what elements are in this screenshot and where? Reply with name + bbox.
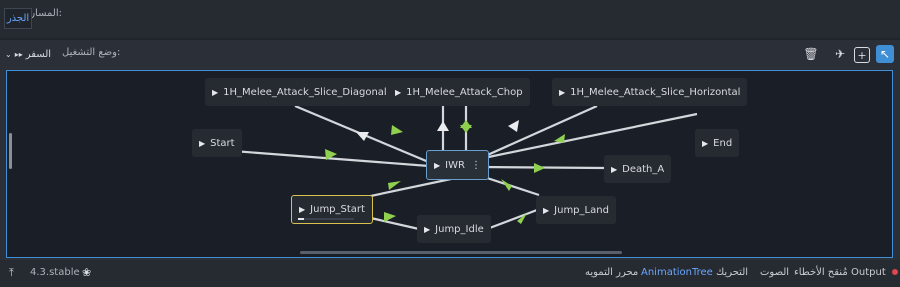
playback-progress bbox=[298, 218, 354, 220]
state-node-label: 1H_Melee_Attack_Slice_Horizontal bbox=[570, 86, 741, 98]
state-node-horiz[interactable]: ▶ 1H_Melee_Attack_Slice_Horizontal bbox=[552, 78, 748, 106]
collapse-panel-button[interactable]: ⤒ bbox=[9, 266, 14, 280]
state-node-end[interactable]: ▶ End bbox=[695, 129, 740, 157]
play-icon: ▶ bbox=[434, 160, 441, 170]
tab-output[interactable]: Output bbox=[851, 267, 898, 278]
create-node-button[interactable]: + bbox=[854, 47, 870, 63]
blend-tree-edit-icon[interactable]: ⋮ bbox=[471, 160, 481, 171]
state-node-death[interactable]: ▶ Death_A bbox=[604, 155, 672, 183]
state-node-label: Jump_Start bbox=[310, 204, 365, 215]
play-icon: ▶ bbox=[199, 138, 206, 148]
transition-iwr-end bbox=[478, 112, 698, 161]
tab-audio[interactable]: الصوت bbox=[760, 267, 789, 278]
play-icon: ▶ bbox=[299, 205, 306, 214]
tab-shader-editor[interactable]: محرر التمويه bbox=[585, 267, 638, 278]
transition-tool-button[interactable]: ✈ bbox=[831, 45, 849, 63]
playback-progress-fill bbox=[298, 218, 304, 220]
play-icon: ▶ bbox=[424, 224, 431, 234]
select-tool-button[interactable]: ↖ bbox=[876, 45, 894, 63]
state-node-jump-idle[interactable]: ▶ Jump_Idle bbox=[417, 215, 491, 243]
travel-icon: ▸▸ bbox=[14, 49, 23, 59]
play-icon: ▶ bbox=[395, 87, 402, 97]
update-spinner[interactable]: ❀ bbox=[82, 266, 91, 279]
state-node-label: 1H_Melee_Attack_Chop bbox=[406, 86, 523, 98]
play-mode-value: السفر bbox=[25, 48, 52, 60]
delete-button[interactable]: 🗑 bbox=[802, 45, 820, 63]
play-mode-label: وضع التشغيل: bbox=[62, 47, 121, 58]
play-icon: ▶ bbox=[702, 138, 709, 148]
state-node-chop[interactable]: ▶ 1H_Melee_Attack_Chop bbox=[388, 78, 530, 106]
airplane-icon: ✈ bbox=[834, 47, 846, 61]
state-node-label: Death_A bbox=[622, 163, 665, 175]
alert-dot-icon bbox=[891, 269, 898, 275]
tab-debugger[interactable]: مُنقح الأخطاء bbox=[794, 267, 848, 278]
play-icon: ▶ bbox=[611, 164, 618, 174]
state-node-diag[interactable]: ▶ 1H_Melee_Attack_Slice_Diagonal bbox=[205, 78, 394, 106]
state-node-label: IWR bbox=[445, 159, 465, 171]
path-bar bbox=[0, 0, 900, 38]
state-node-label: Jump_Idle bbox=[435, 223, 484, 235]
state-node-label: Jump_Land bbox=[554, 204, 609, 216]
add-node-icon: + bbox=[857, 48, 867, 62]
vertical-scrollbar[interactable] bbox=[9, 133, 12, 169]
state-node-start[interactable]: ▶ Start bbox=[192, 129, 242, 157]
transition-horiz-iwr bbox=[482, 104, 598, 159]
path-root-button[interactable]: الجذر bbox=[4, 8, 32, 29]
state-node-jump-start[interactable]: ▶ Jump_Start bbox=[291, 195, 373, 224]
state-node-label: Start bbox=[210, 137, 235, 149]
spinner-icon: ❀ bbox=[82, 266, 92, 279]
play-icon: ▶ bbox=[543, 205, 550, 215]
tab-animation[interactable]: التحريك bbox=[716, 267, 748, 278]
path-label: المسار: bbox=[30, 8, 62, 19]
play-icon: ▶ bbox=[212, 87, 219, 97]
graph-toolbar bbox=[0, 40, 900, 68]
chevron-down-icon: ⌄ bbox=[5, 49, 12, 59]
state-node-jump-land[interactable]: ▶ Jump_Land bbox=[536, 196, 616, 224]
tab-animation-tree[interactable]: AnimationTree bbox=[641, 267, 713, 278]
delete-icon: 🗑 bbox=[803, 47, 819, 61]
select-arrow-icon: ↖ bbox=[879, 47, 891, 61]
play-icon: ▶ bbox=[559, 87, 566, 97]
state-node-label: End bbox=[713, 137, 733, 149]
horizontal-scrollbar[interactable] bbox=[300, 251, 622, 254]
play-mode-select[interactable]: ⌄ ▸▸ السفر bbox=[5, 45, 61, 63]
state-machine-graph[interactable]: ▶ 1H_Melee_Attack_Slice_Diagonal ▶ 1H_Me… bbox=[6, 70, 893, 258]
tab-output-label: Output bbox=[851, 267, 886, 278]
engine-version: 4.3.stable bbox=[30, 267, 80, 278]
state-node-label: 1H_Melee_Attack_Slice_Diagonal bbox=[223, 86, 387, 98]
transition-jumpidle-jumpland bbox=[486, 208, 538, 231]
idle-transition-arrows bbox=[356, 120, 519, 141]
double-arrow-up-icon: ⤒ bbox=[9, 266, 14, 279]
state-node-iwr[interactable]: ▶ IWR ⋮ bbox=[426, 150, 489, 180]
